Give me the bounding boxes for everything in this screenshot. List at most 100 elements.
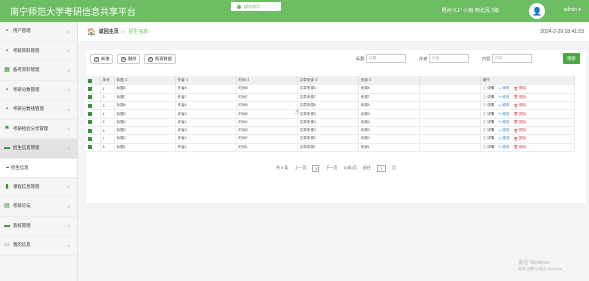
title-search-input[interactable]: 标题: [366, 54, 406, 63]
row-checkbox[interactable]: [86, 101, 101, 111]
delete-row-button[interactable]: 🗑 删除: [513, 120, 526, 125]
col-header-title[interactable]: 标题 ⇕: [114, 76, 176, 85]
table-row[interactable]: 8 标题1 作者1 时间1 文章来源1 来源1 ⓘ 详情 ✎ 修改 🗑 删除: [86, 143, 575, 152]
edit-button[interactable]: ✎ 修改: [498, 145, 509, 150]
goto-page-input[interactable]: 1: [377, 164, 386, 172]
next-page-button[interactable]: 下一页: [325, 165, 337, 171]
delete-row-button[interactable]: 🗑 删除: [513, 145, 526, 150]
delete-row-button[interactable]: 🗑 删除: [513, 86, 526, 91]
sidebar-item-scores[interactable]: ▪ 考研分数管理 ∨: [0, 81, 77, 100]
total-count: 共 8 条: [275, 165, 289, 170]
info-icon: ⓘ: [482, 119, 487, 124]
sidebar-item-score-lines[interactable]: ▪ 考研分数线管理 ∨: [0, 100, 77, 120]
view-button[interactable]: ⓘ 详情: [483, 128, 495, 133]
view-button[interactable]: ⓘ 详情: [483, 145, 495, 150]
sidebar-item-courses[interactable]: ▮ 课程信息管理 ∨: [0, 178, 77, 197]
edit-button[interactable]: ✎ 修改: [498, 136, 509, 141]
table-cell: 时间5: [236, 109, 298, 119]
report-icon: ≡: [148, 56, 153, 62]
table-row[interactable]: 6 标题3 作者3 时间3 文章来源3 来源3 ⓘ 详情 ✎ 修改 🗑 删除: [86, 126, 575, 136]
table-cell: 文章来源7: [297, 93, 359, 103]
sidebar-item-prep-materials[interactable]: ▦ 备考资料管理 ∨: [0, 61, 77, 81]
sort-icon: ⇕: [314, 78, 318, 82]
doc-icon: ▤: [4, 203, 10, 210]
breadcrumb-current: 招生信息: [128, 29, 149, 35]
breadcrumb-home[interactable]: 返回主页: [99, 28, 119, 35]
info-icon: ⓘ: [482, 111, 487, 116]
delete-row-button[interactable]: 🗑 删除: [513, 112, 526, 117]
table-row[interactable]: 3 标题6 作者6 时间6 文章来源6 来源6 ⓘ 详情 ✎ 修改 🗑 删除: [86, 101, 575, 111]
row-checkbox[interactable]: [86, 93, 101, 103]
table-cell: 来源7: [358, 93, 420, 103]
select-all-checkbox[interactable]: [86, 76, 101, 85]
col-header-author[interactable]: 作者 ⇕: [175, 76, 237, 85]
delete-row-button[interactable]: 🗑 删除: [513, 136, 526, 141]
view-button[interactable]: ⓘ 详情: [483, 86, 495, 91]
sidebar-item-materials[interactable]: ▪ 考研资料管理 ∨: [0, 42, 77, 61]
row-checkbox[interactable]: [86, 126, 101, 136]
prev-page-button[interactable]: 上一页: [294, 165, 306, 171]
sidebar-item-forum[interactable]: ▤ 考研论坛 ∨: [0, 197, 77, 217]
table-cell: 8: [100, 143, 115, 152]
user-menu[interactable]: admin ▾: [563, 7, 581, 13]
table-row[interactable]: 4 标题5 作者5 时间5 文章来源5 来源5 ⓘ 详情 ✎ 修改 🗑 删除: [86, 109, 575, 119]
view-button[interactable]: ⓘ 详情: [483, 112, 495, 117]
avatar[interactable]: 👤: [529, 3, 545, 19]
edit-button[interactable]: ✎ 修改: [498, 103, 509, 108]
edit-label: 修改: [502, 103, 510, 108]
col-header-article-source[interactable]: 文章来源 ⇕: [297, 76, 359, 85]
content-search-input[interactable]: 内容: [492, 54, 532, 63]
delete-button[interactable]: × 删除: [117, 54, 141, 64]
delete-row-button[interactable]: 🗑 删除: [513, 103, 526, 108]
row-checkbox[interactable]: [86, 118, 101, 128]
report-button[interactable]: ≡ 报表数据: [144, 54, 176, 64]
x-circle-icon: ×: [121, 56, 126, 62]
view-button[interactable]: ⓘ 详情: [483, 136, 495, 141]
edit-button[interactable]: ✎ 修改: [498, 120, 509, 125]
row-checkbox[interactable]: [86, 109, 101, 119]
page-size-select[interactable]: 10条/页: [343, 165, 357, 171]
table-row[interactable]: 7 标题2 作者2 时间2 文章来源2 来源2 ⓘ 详情 ✎ 修改 🗑 删除: [86, 134, 575, 144]
table-cell-spacer: [419, 109, 481, 119]
sidebar-subitem-label: 招生信息: [11, 164, 29, 170]
avatar-icon: 👤: [532, 6, 542, 16]
sidebar-item-admissions[interactable]: ▬ 招生信息管理 ∧: [0, 139, 77, 159]
info-icon: ⓘ: [482, 136, 487, 141]
sidebar-item-experience[interactable]: ⚑ 考研经验分享管理 ∨: [0, 120, 77, 139]
search-button[interactable]: 搜索: [563, 53, 580, 64]
table-row[interactable]: 2 标题7 作者7 时间7 文章来源7 来源7 ⓘ 详情 ✎ 修改 🗑 删除: [86, 93, 575, 103]
edit-button[interactable]: ✎ 修改: [498, 86, 509, 91]
home-icon[interactable]: 🏠: [87, 28, 96, 36]
table-row[interactable]: 1 标题8 作者8 时间8 文章来源8 来源8 ⓘ 详情 ✎ 修改 🗑 删除: [86, 85, 575, 94]
edit-button[interactable]: ✎ 修改: [498, 128, 509, 133]
row-checkbox[interactable]: [86, 134, 101, 144]
col-header-source[interactable]: 来源 ⇕: [358, 76, 420, 85]
delete-label: 删除: [519, 144, 527, 149]
sidebar-item-system[interactable]: ▬ 系统管理 ∨: [0, 217, 77, 236]
edit-button[interactable]: ✎ 修改: [498, 112, 509, 117]
author-search-input[interactable]: 作者: [429, 54, 469, 63]
table-cell-spacer: [419, 85, 481, 94]
row-checkbox[interactable]: [86, 85, 101, 94]
page-number[interactable]: 1: [312, 164, 320, 172]
view-button[interactable]: ⓘ 详情: [483, 103, 495, 108]
table-cell: 时间4: [236, 118, 298, 128]
view-button[interactable]: ⓘ 详情: [483, 120, 495, 125]
delete-row-button[interactable]: 🗑 删除: [513, 95, 526, 100]
table-row[interactable]: 5 标题4 作者4 时间4 文章来源4 来源4 ⓘ 详情 ✎ 修改 🗑 删除: [86, 118, 575, 128]
col-header-time[interactable]: 时间 ⇕: [236, 76, 298, 85]
table-cell: 来源6: [358, 101, 420, 111]
row-actions: ⓘ 详情 ✎ 修改 🗑 删除: [480, 109, 575, 119]
sidebar-subitem-admission-info[interactable]: 招生信息: [0, 158, 77, 178]
sidebar-item-my-info[interactable]: ▭ 我的信息 ∨: [0, 236, 77, 256]
table-cell: 时间2: [236, 134, 298, 144]
table-cell: 6: [100, 126, 115, 136]
add-button[interactable]: + 新增: [90, 54, 114, 64]
row-checkbox[interactable]: [86, 143, 101, 152]
table-cell: 文章来源3: [297, 126, 359, 136]
view-button[interactable]: ⓘ 详情: [483, 95, 495, 100]
sidebar-item-users[interactable]: ▪ 用户管理 ∨: [0, 22, 77, 42]
delete-row-button[interactable]: 🗑 删除: [513, 128, 526, 133]
sidebar-item-label: 备考资料管理: [13, 67, 40, 73]
edit-button[interactable]: ✎ 修改: [498, 95, 509, 100]
